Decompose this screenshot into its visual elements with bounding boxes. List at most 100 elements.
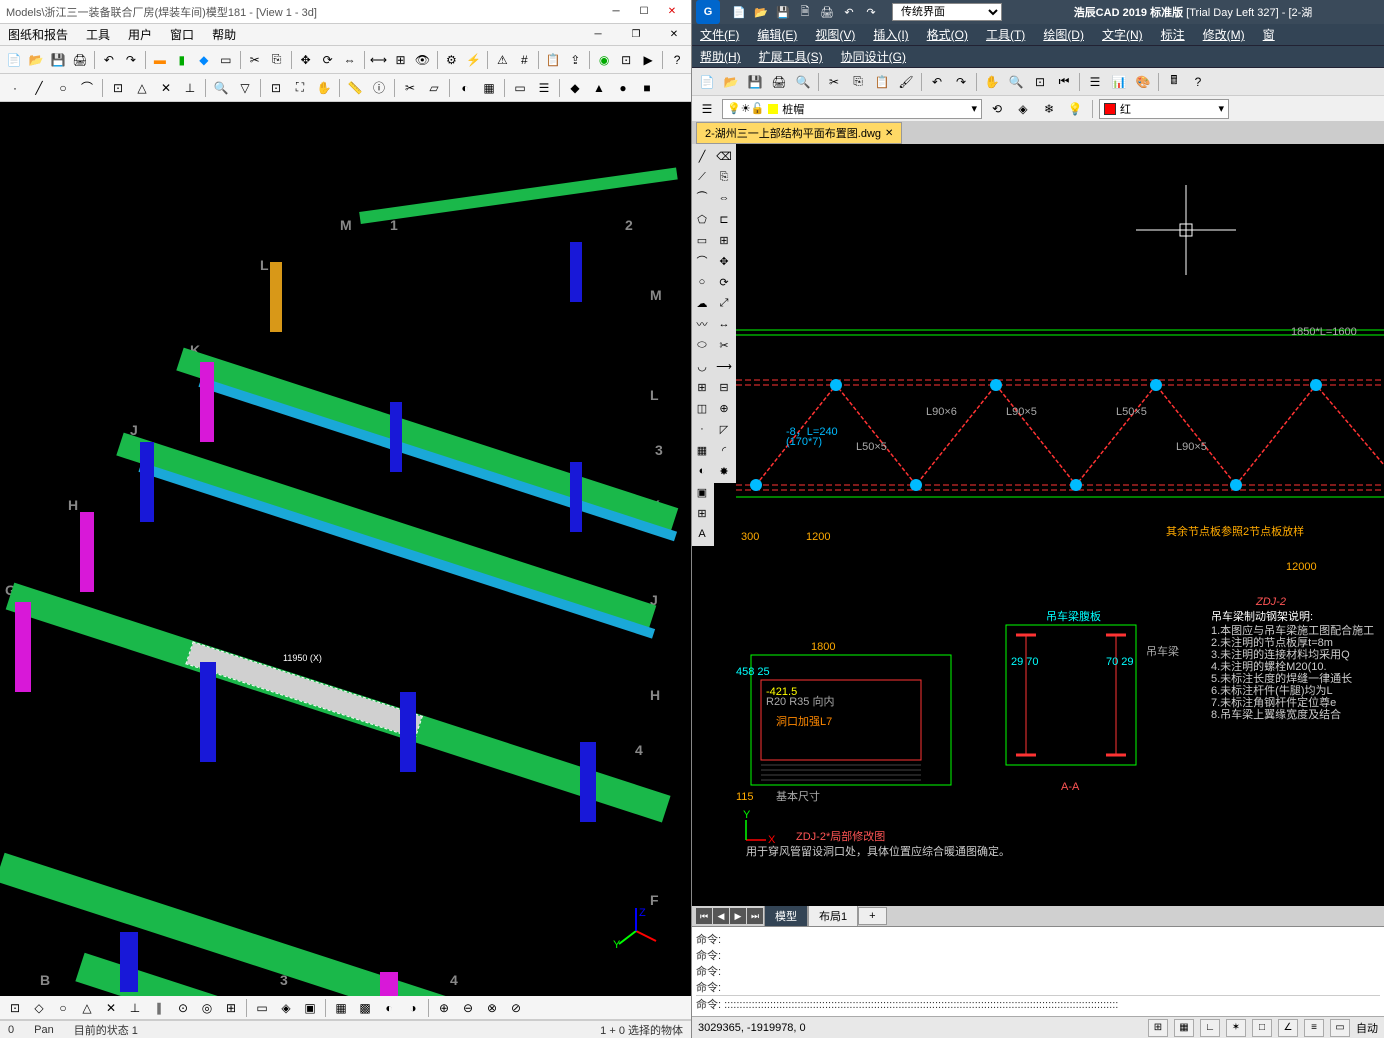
explode-icon[interactable]: ✸: [714, 461, 734, 481]
new-icon[interactable]: 📄: [696, 71, 718, 93]
erase-icon[interactable]: ⌫: [714, 146, 734, 166]
undo-icon[interactable]: ↶: [926, 71, 948, 93]
3d-viewport[interactable]: M 1 L 2 K M J L H 3 G K J H 4 G F B C 3 …: [0, 102, 691, 996]
v4-icon[interactable]: ◑: [402, 997, 424, 1019]
qat-open-icon[interactable]: 📂: [752, 3, 770, 21]
region-icon[interactable]: ▣: [692, 482, 712, 502]
new-icon[interactable]: 📄: [4, 49, 24, 71]
column[interactable]: [140, 442, 154, 522]
chamfer-icon[interactable]: ◸: [714, 419, 734, 439]
snap-2-icon[interactable]: ◇: [28, 997, 50, 1019]
model-toggle[interactable]: ▭: [1330, 1019, 1350, 1037]
column[interactable]: [400, 692, 416, 772]
v1-icon[interactable]: ▦: [330, 997, 352, 1019]
view-icon[interactable]: 👁: [413, 49, 433, 71]
snap-mid-icon[interactable]: △: [131, 77, 153, 99]
match-icon[interactable]: 🖌: [895, 71, 917, 93]
conn-icon[interactable]: ◉: [594, 49, 614, 71]
props-icon[interactable]: ☰: [533, 77, 555, 99]
snap-9-icon[interactable]: ◎: [196, 997, 218, 1019]
search-icon[interactable]: 🔍: [210, 77, 232, 99]
w4-icon[interactable]: ⊘: [505, 997, 527, 1019]
column[interactable]: [80, 512, 94, 592]
snap-4-icon[interactable]: △: [76, 997, 98, 1019]
rect-icon[interactable]: ▭: [692, 230, 712, 250]
column[interactable]: [200, 362, 214, 442]
snap-8-icon[interactable]: ⊙: [172, 997, 194, 1019]
workspace-combo[interactable]: 传统界面: [892, 3, 1002, 21]
ellipse-icon[interactable]: ⬭: [692, 335, 712, 355]
rotate-icon[interactable]: ⟳: [714, 272, 734, 292]
snap-5-icon[interactable]: ✕: [100, 997, 122, 1019]
bolt-icon[interactable]: ⚙: [441, 49, 461, 71]
tab-next-icon[interactable]: ▶: [730, 908, 746, 924]
grid-toggle[interactable]: ▦: [1174, 1019, 1194, 1037]
otrack-toggle[interactable]: ∠: [1278, 1019, 1298, 1037]
w2-icon[interactable]: ⊖: [457, 997, 479, 1019]
gradient-icon[interactable]: ◐: [692, 461, 712, 481]
menu-edit[interactable]: 编辑(E): [753, 24, 801, 45]
circle-icon[interactable]: ○: [52, 77, 74, 99]
circle-icon[interactable]: ○: [692, 272, 712, 292]
menu-window[interactable]: 窗: [1259, 24, 1279, 45]
trim-icon[interactable]: ✂: [714, 335, 734, 355]
workplane-icon[interactable]: ▱: [423, 77, 445, 99]
point-icon[interactable]: ·: [4, 77, 26, 99]
w3-icon[interactable]: ⊗: [481, 997, 503, 1019]
copy-icon[interactable]: ⎘: [267, 49, 287, 71]
minimize-button[interactable]: ─: [603, 3, 629, 21]
mdi-close[interactable]: ✕: [661, 26, 687, 44]
ortho-toggle[interactable]: ∟: [1200, 1019, 1220, 1037]
t2-icon[interactable]: ▲: [588, 77, 610, 99]
comp-icon[interactable]: ⊡: [616, 49, 636, 71]
sel-3-icon[interactable]: ▣: [299, 997, 321, 1019]
app-logo-icon[interactable]: G: [696, 0, 720, 24]
osnap-toggle[interactable]: □: [1252, 1019, 1272, 1037]
column[interactable]: [570, 462, 582, 532]
column[interactable]: [120, 932, 138, 992]
qat-redo-icon[interactable]: ↷: [862, 3, 880, 21]
snap-toggle[interactable]: ⊞: [1148, 1019, 1168, 1037]
inquire-icon[interactable]: ⓘ: [368, 77, 390, 99]
zoom-prev-icon[interactable]: ⏮: [1053, 71, 1075, 93]
undo-icon[interactable]: ↶: [99, 49, 119, 71]
snap-3-icon[interactable]: ○: [52, 997, 74, 1019]
zoom-win-icon[interactable]: ⊡: [1029, 71, 1051, 93]
measure-icon[interactable]: 📏: [344, 77, 366, 99]
mirror-icon[interactable]: ⇔: [340, 49, 360, 71]
t4-icon[interactable]: ■: [636, 77, 658, 99]
qat-undo-icon[interactable]: ↶: [840, 3, 858, 21]
help-icon[interactable]: ?: [667, 49, 687, 71]
column[interactable]: [15, 602, 31, 692]
arc-icon[interactable]: ⌒: [692, 251, 712, 271]
insert-icon[interactable]: ⊞: [692, 377, 712, 397]
clash-icon[interactable]: ⚠: [492, 49, 512, 71]
scale-icon[interactable]: ⤢: [714, 293, 734, 313]
column[interactable]: [200, 662, 216, 762]
menu-express[interactable]: 扩展工具(S): [755, 46, 827, 67]
close-button[interactable]: ✕: [659, 3, 685, 21]
redo-icon[interactable]: ↷: [950, 71, 972, 93]
menu-view[interactable]: 视图(V): [811, 24, 859, 45]
pan-icon[interactable]: ✋: [313, 77, 335, 99]
offset-icon[interactable]: ⊏: [714, 209, 734, 229]
calc-icon[interactable]: 🖩: [1163, 71, 1185, 93]
wire-icon[interactable]: ▦: [478, 77, 500, 99]
menu-modify[interactable]: 修改(M): [1199, 24, 1249, 45]
grid-icon[interactable]: ⊞: [391, 49, 411, 71]
menu-insert[interactable]: 插入(I): [869, 24, 912, 45]
t3-icon[interactable]: ●: [612, 77, 634, 99]
move-icon[interactable]: ✥: [714, 251, 734, 271]
cmd-input[interactable]: 命令: ::::::::::::::::::::::::::::::::::::…: [696, 995, 1380, 1011]
save-icon[interactable]: 💾: [744, 71, 766, 93]
line-icon[interactable]: ╱: [28, 77, 50, 99]
command-window[interactable]: 命令: 命令: 命令: 命令: 命令: ::::::::::::::::::::…: [692, 926, 1384, 1016]
menu-collab[interactable]: 协同设计(G): [837, 46, 910, 67]
tab-first-icon[interactable]: ⏮: [696, 908, 712, 924]
macro-icon[interactable]: ▶: [638, 49, 658, 71]
sel-1-icon[interactable]: ▭: [251, 997, 273, 1019]
maximize-button[interactable]: ☐: [631, 3, 657, 21]
close-tab-icon[interactable]: ✕: [885, 128, 893, 139]
cut-icon[interactable]: ✂: [823, 71, 845, 93]
qat-save-icon[interactable]: 💾: [774, 3, 792, 21]
